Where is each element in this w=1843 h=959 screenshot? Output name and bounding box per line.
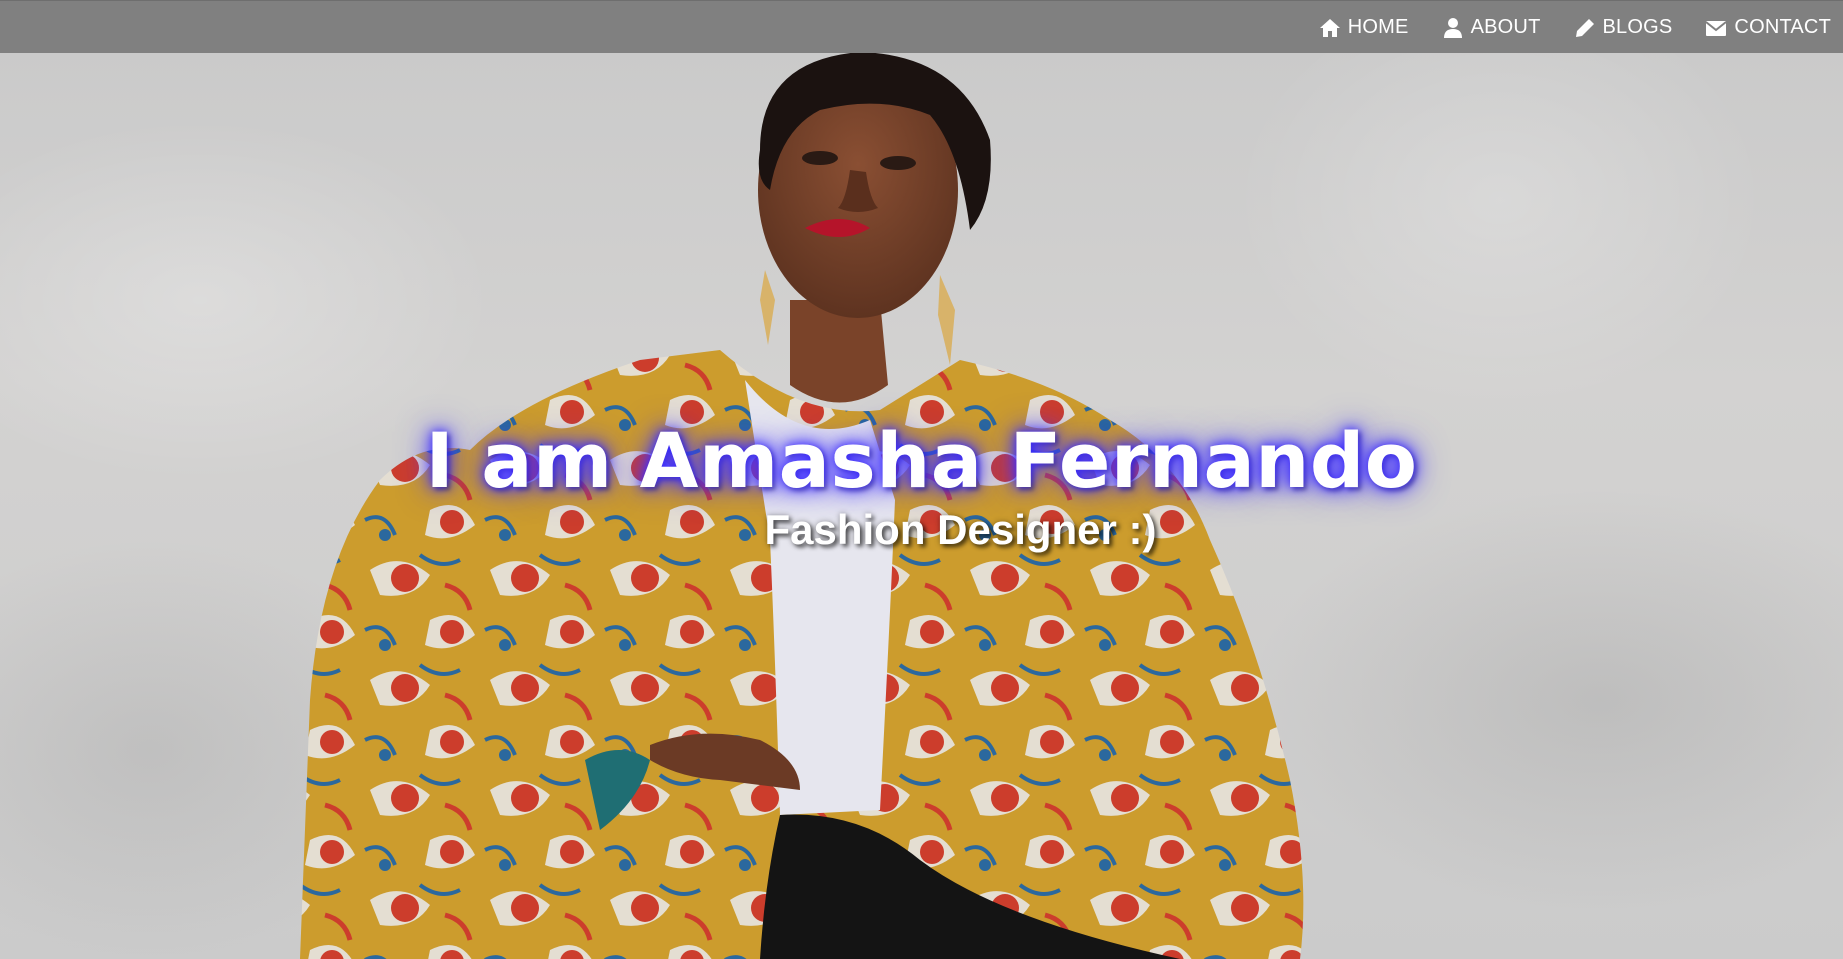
- top-navbar: HOME ABOUT BLOGS CONTACT: [0, 0, 1843, 53]
- nav-item-blogs[interactable]: BLOGS: [1574, 16, 1673, 39]
- nav-item-about[interactable]: ABOUT: [1442, 16, 1541, 39]
- envelope-icon: [1705, 18, 1728, 38]
- hero-subtitle: Fashion Designer :): [764, 506, 1157, 553]
- nav-item-contact-label: CONTACT: [1734, 16, 1831, 38]
- nav-item-contact[interactable]: CONTACT: [1705, 16, 1831, 39]
- pencil-icon: [1574, 18, 1596, 38]
- hero-title: I am Amasha Fernando: [425, 416, 1418, 505]
- nav-item-blogs-label: BLOGS: [1602, 16, 1673, 38]
- nav-item-home[interactable]: HOME: [1319, 16, 1409, 39]
- home-icon: [1319, 18, 1341, 38]
- nav-item-home-label: HOME: [1347, 16, 1409, 38]
- nav-item-about-label: ABOUT: [1470, 16, 1541, 38]
- user-icon: [1442, 17, 1464, 38]
- page: HOME ABOUT BLOGS CONTACT I am Amasha Fer…: [0, 0, 1843, 959]
- nav-menu: HOME ABOUT BLOGS CONTACT: [1319, 1, 1831, 54]
